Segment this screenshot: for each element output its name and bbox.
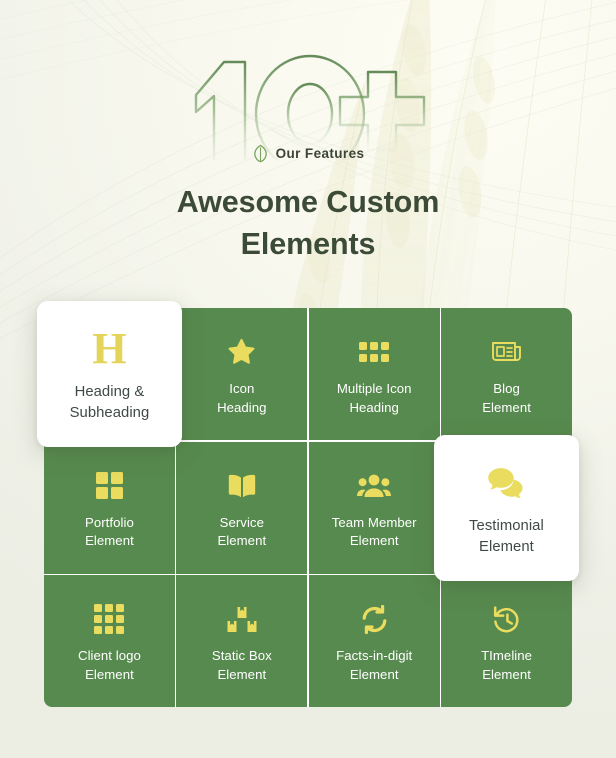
- page-title-line1: Awesome Custom: [176, 185, 440, 219]
- grid-3x2-icon: [359, 335, 390, 369]
- feature-card-label-line2: Heading: [217, 399, 267, 415]
- hero-header: Our Features Awesome Custom Elements: [0, 0, 616, 266]
- page-title-line2: Elements: [240, 227, 376, 262]
- feature-card-label-line2: Subheading: [69, 403, 150, 420]
- clock-history-icon: [492, 602, 521, 636]
- feature-card-label: Portfolio Element: [85, 514, 134, 550]
- eyebrow-label: Our Features: [275, 145, 365, 161]
- feature-card-label-line1: Facts-in-digit: [336, 648, 413, 664]
- feature-card-timeline-element[interactable]: TImeline Element: [441, 575, 572, 707]
- page-title: Awesome Custom Elements: [0, 181, 616, 266]
- feature-card-label-line1: Team Member: [331, 514, 417, 530]
- feature-card-label-line2: Element: [217, 666, 267, 682]
- feature-card-label-line1: TImeline: [481, 648, 533, 664]
- feature-card-label-line1: Icon: [229, 381, 255, 397]
- feature-card-label-line1: Static Box: [211, 648, 272, 664]
- feature-card-label-line2: Element: [482, 399, 531, 415]
- feature-card-multiple-icon-heading[interactable]: Multiple Icon Heading: [308, 308, 440, 440]
- heading-h-icon: H: [92, 323, 127, 373]
- leaf-icon: [253, 144, 267, 162]
- refresh-sync-icon: [360, 602, 389, 636]
- feature-card-label-line2: Element: [85, 533, 134, 548]
- feature-card-label: Team Member Element: [332, 514, 417, 550]
- eyebrow-row: Our Features: [0, 142, 616, 164]
- feature-card-client-logo-element[interactable]: Client logo Element: [44, 575, 175, 707]
- feature-card-label-line2: Element: [482, 666, 531, 682]
- open-book-icon: [227, 469, 257, 503]
- newspaper-icon: [491, 335, 522, 369]
- star-icon: [226, 335, 257, 369]
- people-group-icon: [357, 469, 392, 503]
- feature-card-facts-in-digit-element[interactable]: Facts-in-digit Element: [308, 575, 440, 707]
- feature-card-static-box-element[interactable]: Static Box Element: [176, 575, 308, 707]
- feature-card-label-line2: Element: [85, 666, 134, 682]
- stacked-boxes-icon: [227, 602, 257, 636]
- feature-card-service-element[interactable]: Service Element: [176, 441, 308, 574]
- feature-card-label: Icon Heading: [217, 380, 266, 416]
- feature-card-team-member-element[interactable]: Team Member Element: [308, 441, 440, 574]
- feature-card-portfolio-element[interactable]: Portfolio Element: [44, 441, 175, 574]
- feature-card-label: TImeline Element: [481, 647, 532, 683]
- feature-card-heading-subheading[interactable]: H Heading & Subheading: [36, 300, 182, 448]
- feature-card-label-line1: Portfolio: [85, 514, 134, 530]
- feature-card-label: Facts-in-digit Element: [336, 647, 412, 683]
- feature-card-label-line2: Element: [217, 533, 267, 548]
- feature-card-label-line1: Testimonial: [469, 516, 544, 533]
- grid-2x2-icon: [95, 469, 123, 503]
- feature-card-label-line2: Element: [349, 533, 399, 548]
- grid-3x3-icon: [94, 602, 125, 636]
- feature-card-label-line1: Multiple Icon: [336, 381, 412, 397]
- feature-card-label-line2: Element: [479, 536, 534, 554]
- feature-card-label-line2: Element: [349, 666, 399, 682]
- feature-card-blog-element[interactable]: Blog Element: [441, 308, 572, 440]
- speech-bubbles-icon: [488, 463, 526, 501]
- feature-card-label-line1: Service: [219, 514, 264, 530]
- feature-card-label-line2: Heading: [349, 399, 399, 415]
- feature-card-label: Testimonial Element: [469, 515, 544, 556]
- feature-card-label: Static Box Element: [212, 647, 272, 683]
- feature-card-label: Multiple Icon Heading: [337, 380, 412, 416]
- feature-card-label-line1: Blog: [493, 381, 520, 397]
- feature-card-label: Heading & Subheading: [70, 382, 150, 423]
- feature-card-testimonial-element[interactable]: Testimonial Element: [434, 434, 580, 581]
- feature-card-label: Service Element: [217, 514, 266, 550]
- feature-card-icon-heading[interactable]: Icon Heading: [176, 308, 308, 440]
- feature-grid: H Heading & Subheading Icon Heading Mult…: [36, 300, 580, 707]
- feature-card-label: Client logo Element: [78, 647, 141, 683]
- feature-card-label: Blog Element: [482, 380, 531, 416]
- feature-card-label-line1: Heading &: [74, 382, 145, 400]
- feature-card-label-line1: Client logo: [78, 648, 141, 664]
